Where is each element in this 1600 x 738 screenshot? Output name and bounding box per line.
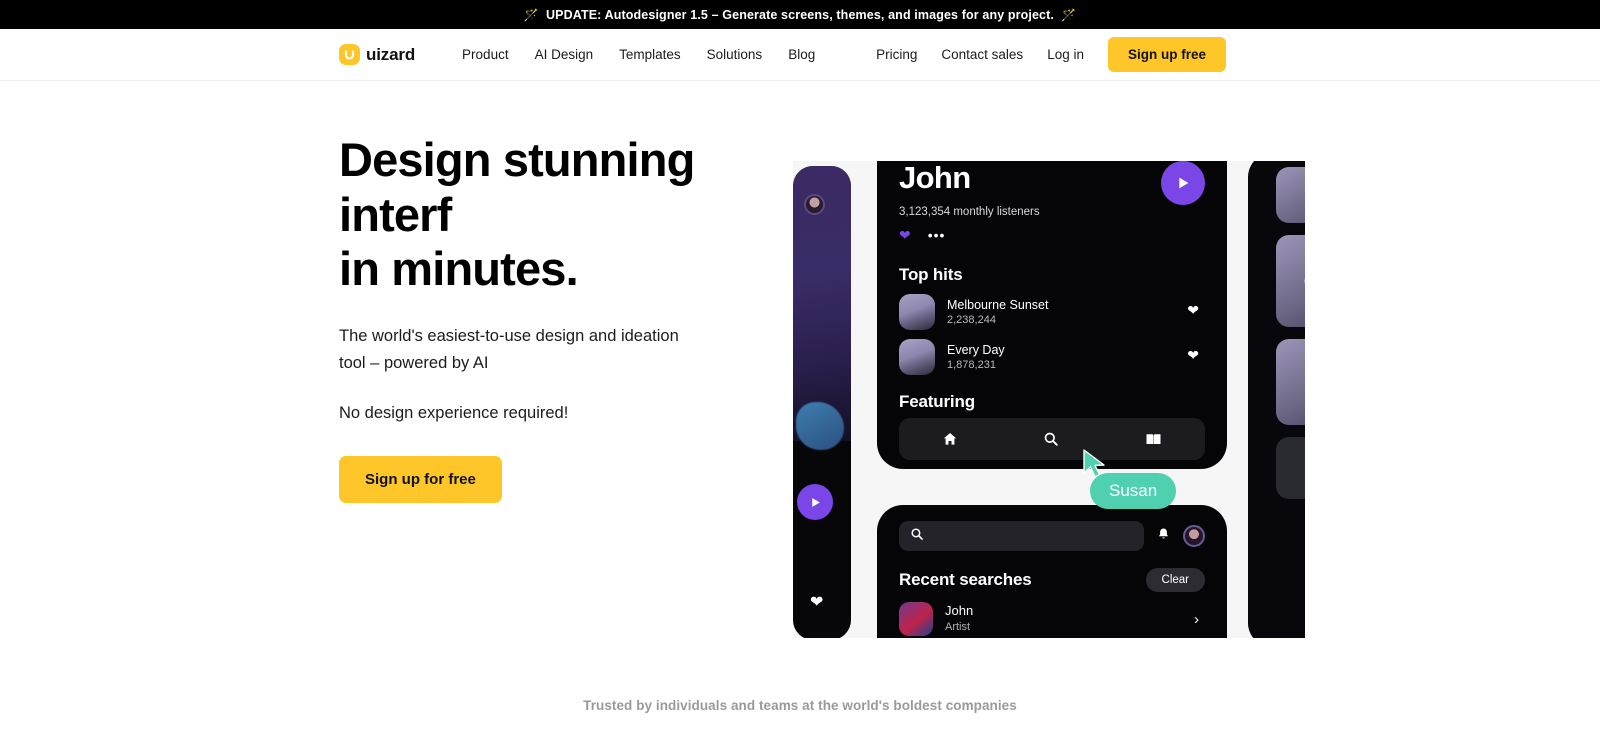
track-row[interactable]: Melbourne Sunset 2,238,244 ❤ <box>899 294 1205 331</box>
more-options-icon[interactable]: ••• <box>928 229 946 242</box>
hero-subtitle: The world's easiest-to-use design and id… <box>339 326 679 373</box>
list-item-role: Artist <box>945 621 971 634</box>
recent-searches-header: Recent searches Clear <box>899 568 1205 592</box>
track-row[interactable]: Every Day 1,878,231 ❤ <box>899 339 1205 376</box>
monthly-listeners: 3,123,354 monthly listeners <box>899 206 1040 219</box>
announcement-banner[interactable]: 🪄 UPDATE: Autodesigner 1.5 – Generate sc… <box>0 0 1600 29</box>
recent-searches-title: Recent searches <box>899 570 1032 589</box>
nav-item-product[interactable]: Product <box>462 47 509 62</box>
artist-action-row: ❤ ••• <box>899 227 1205 244</box>
product-mockup-stage: ❤ John 3,123,354 monthly listeners ❤ •••… <box>793 161 1305 638</box>
search-input[interactable] <box>899 521 1144 551</box>
avatar <box>804 194 825 215</box>
list-item-name: John <box>945 603 974 619</box>
nav-item-contact-sales[interactable]: Contact sales <box>941 47 1023 62</box>
signup-free-button[interactable]: Sign up free <box>1107 37 1226 72</box>
hero-title-line-3: in minutes. <box>339 242 579 296</box>
magic-wand-icon: 🪄 <box>1061 7 1077 22</box>
trusted-by-text: Trusted by individuals and teams at the … <box>583 698 1017 713</box>
mockup-left-screen[interactable]: ❤ <box>793 166 851 638</box>
nav-item-solutions[interactable]: Solutions <box>707 47 763 62</box>
nav-item-login[interactable]: Log in <box>1047 47 1084 62</box>
chevron-right-icon[interactable]: › <box>1194 611 1199 628</box>
featuring-title: Featuring <box>899 392 975 412</box>
mockup-artist-screen[interactable]: John 3,123,354 monthly listeners ❤ ••• T… <box>877 161 1227 469</box>
hero-title-line-2: interf <box>339 187 452 241</box>
nav-item-pricing[interactable]: Pricing <box>876 47 917 62</box>
list-item[interactable]: John Artist › <box>899 602 1205 636</box>
hero-note: No design experience required! <box>339 403 569 422</box>
hero-copy: Design stunning interf in minutes. The w… <box>339 133 759 503</box>
uizard-logo[interactable]: uizard <box>339 44 415 65</box>
bottom-tab-bar <box>899 418 1205 460</box>
main-nav: Product AI Design Templates Solutions Bl… <box>462 47 815 62</box>
right-screen-card[interactable] <box>1276 437 1305 499</box>
track-plays: 2,238,244 <box>947 314 996 327</box>
magic-wand-icon: 🪄 <box>523 7 539 22</box>
hero-section: Design stunning interf in minutes. The w… <box>0 81 1600 738</box>
nav-item-ai-design[interactable]: AI Design <box>535 47 594 62</box>
track-name: Every Day <box>947 342 1005 357</box>
track-artwork <box>899 294 935 331</box>
track-name: Melbourne Sunset <box>947 297 1049 312</box>
mockup-right-screen[interactable]: C B <box>1248 161 1305 638</box>
play-icon[interactable] <box>797 484 833 520</box>
search-icon[interactable] <box>1043 431 1059 447</box>
home-icon[interactable] <box>942 431 958 447</box>
avatar[interactable] <box>1183 525 1205 547</box>
hero-title-line-1: Design stunning <box>339 133 695 186</box>
announcement-banner-text: UPDATE: Autodesigner 1.5 – Generate scre… <box>545 7 1055 22</box>
right-screen-card[interactable]: C <box>1276 235 1305 327</box>
search-icon <box>910 527 924 546</box>
uizard-logo-icon <box>339 44 360 65</box>
heart-icon[interactable]: ❤ <box>1187 302 1199 319</box>
heart-icon[interactable]: ❤ <box>899 227 911 244</box>
search-header-row <box>899 521 1205 551</box>
clear-button[interactable]: Clear <box>1145 568 1205 592</box>
header-left-group: uizard Product AI Design Templates Solut… <box>339 44 815 65</box>
mockup-search-screen[interactable]: Recent searches Clear John Artist › <box>877 505 1227 638</box>
header-right-group: Pricing Contact sales Log in Sign up fre… <box>876 37 1226 72</box>
uizard-logo-text: uizard <box>366 44 416 64</box>
trusted-by-section: Trusted by individuals and teams at the … <box>0 698 1600 738</box>
right-screen-card[interactable]: B <box>1276 339 1305 425</box>
artist-name: John <box>899 161 971 195</box>
collaborator-cursor-label: Susan <box>1090 473 1177 509</box>
hero-signup-button[interactable]: Sign up for free <box>339 455 502 503</box>
play-icon[interactable] <box>1161 161 1205 205</box>
bell-icon[interactable] <box>1156 527 1171 545</box>
site-header: uizard Product AI Design Templates Solut… <box>0 29 1600 81</box>
book-icon[interactable] <box>1145 431 1162 447</box>
top-hits-title: Top hits <box>899 265 963 285</box>
nav-item-blog[interactable]: Blog <box>788 47 815 62</box>
heart-icon[interactable]: ❤ <box>810 592 823 612</box>
right-screen-card[interactable] <box>1276 167 1305 223</box>
hero-title: Design stunning interf in minutes. <box>339 133 759 297</box>
nav-item-templates[interactable]: Templates <box>619 47 681 62</box>
track-plays: 1,878,231 <box>947 359 996 372</box>
track-artwork <box>899 339 935 376</box>
list-item-artwork <box>899 602 933 636</box>
heart-icon[interactable]: ❤ <box>1187 347 1199 364</box>
